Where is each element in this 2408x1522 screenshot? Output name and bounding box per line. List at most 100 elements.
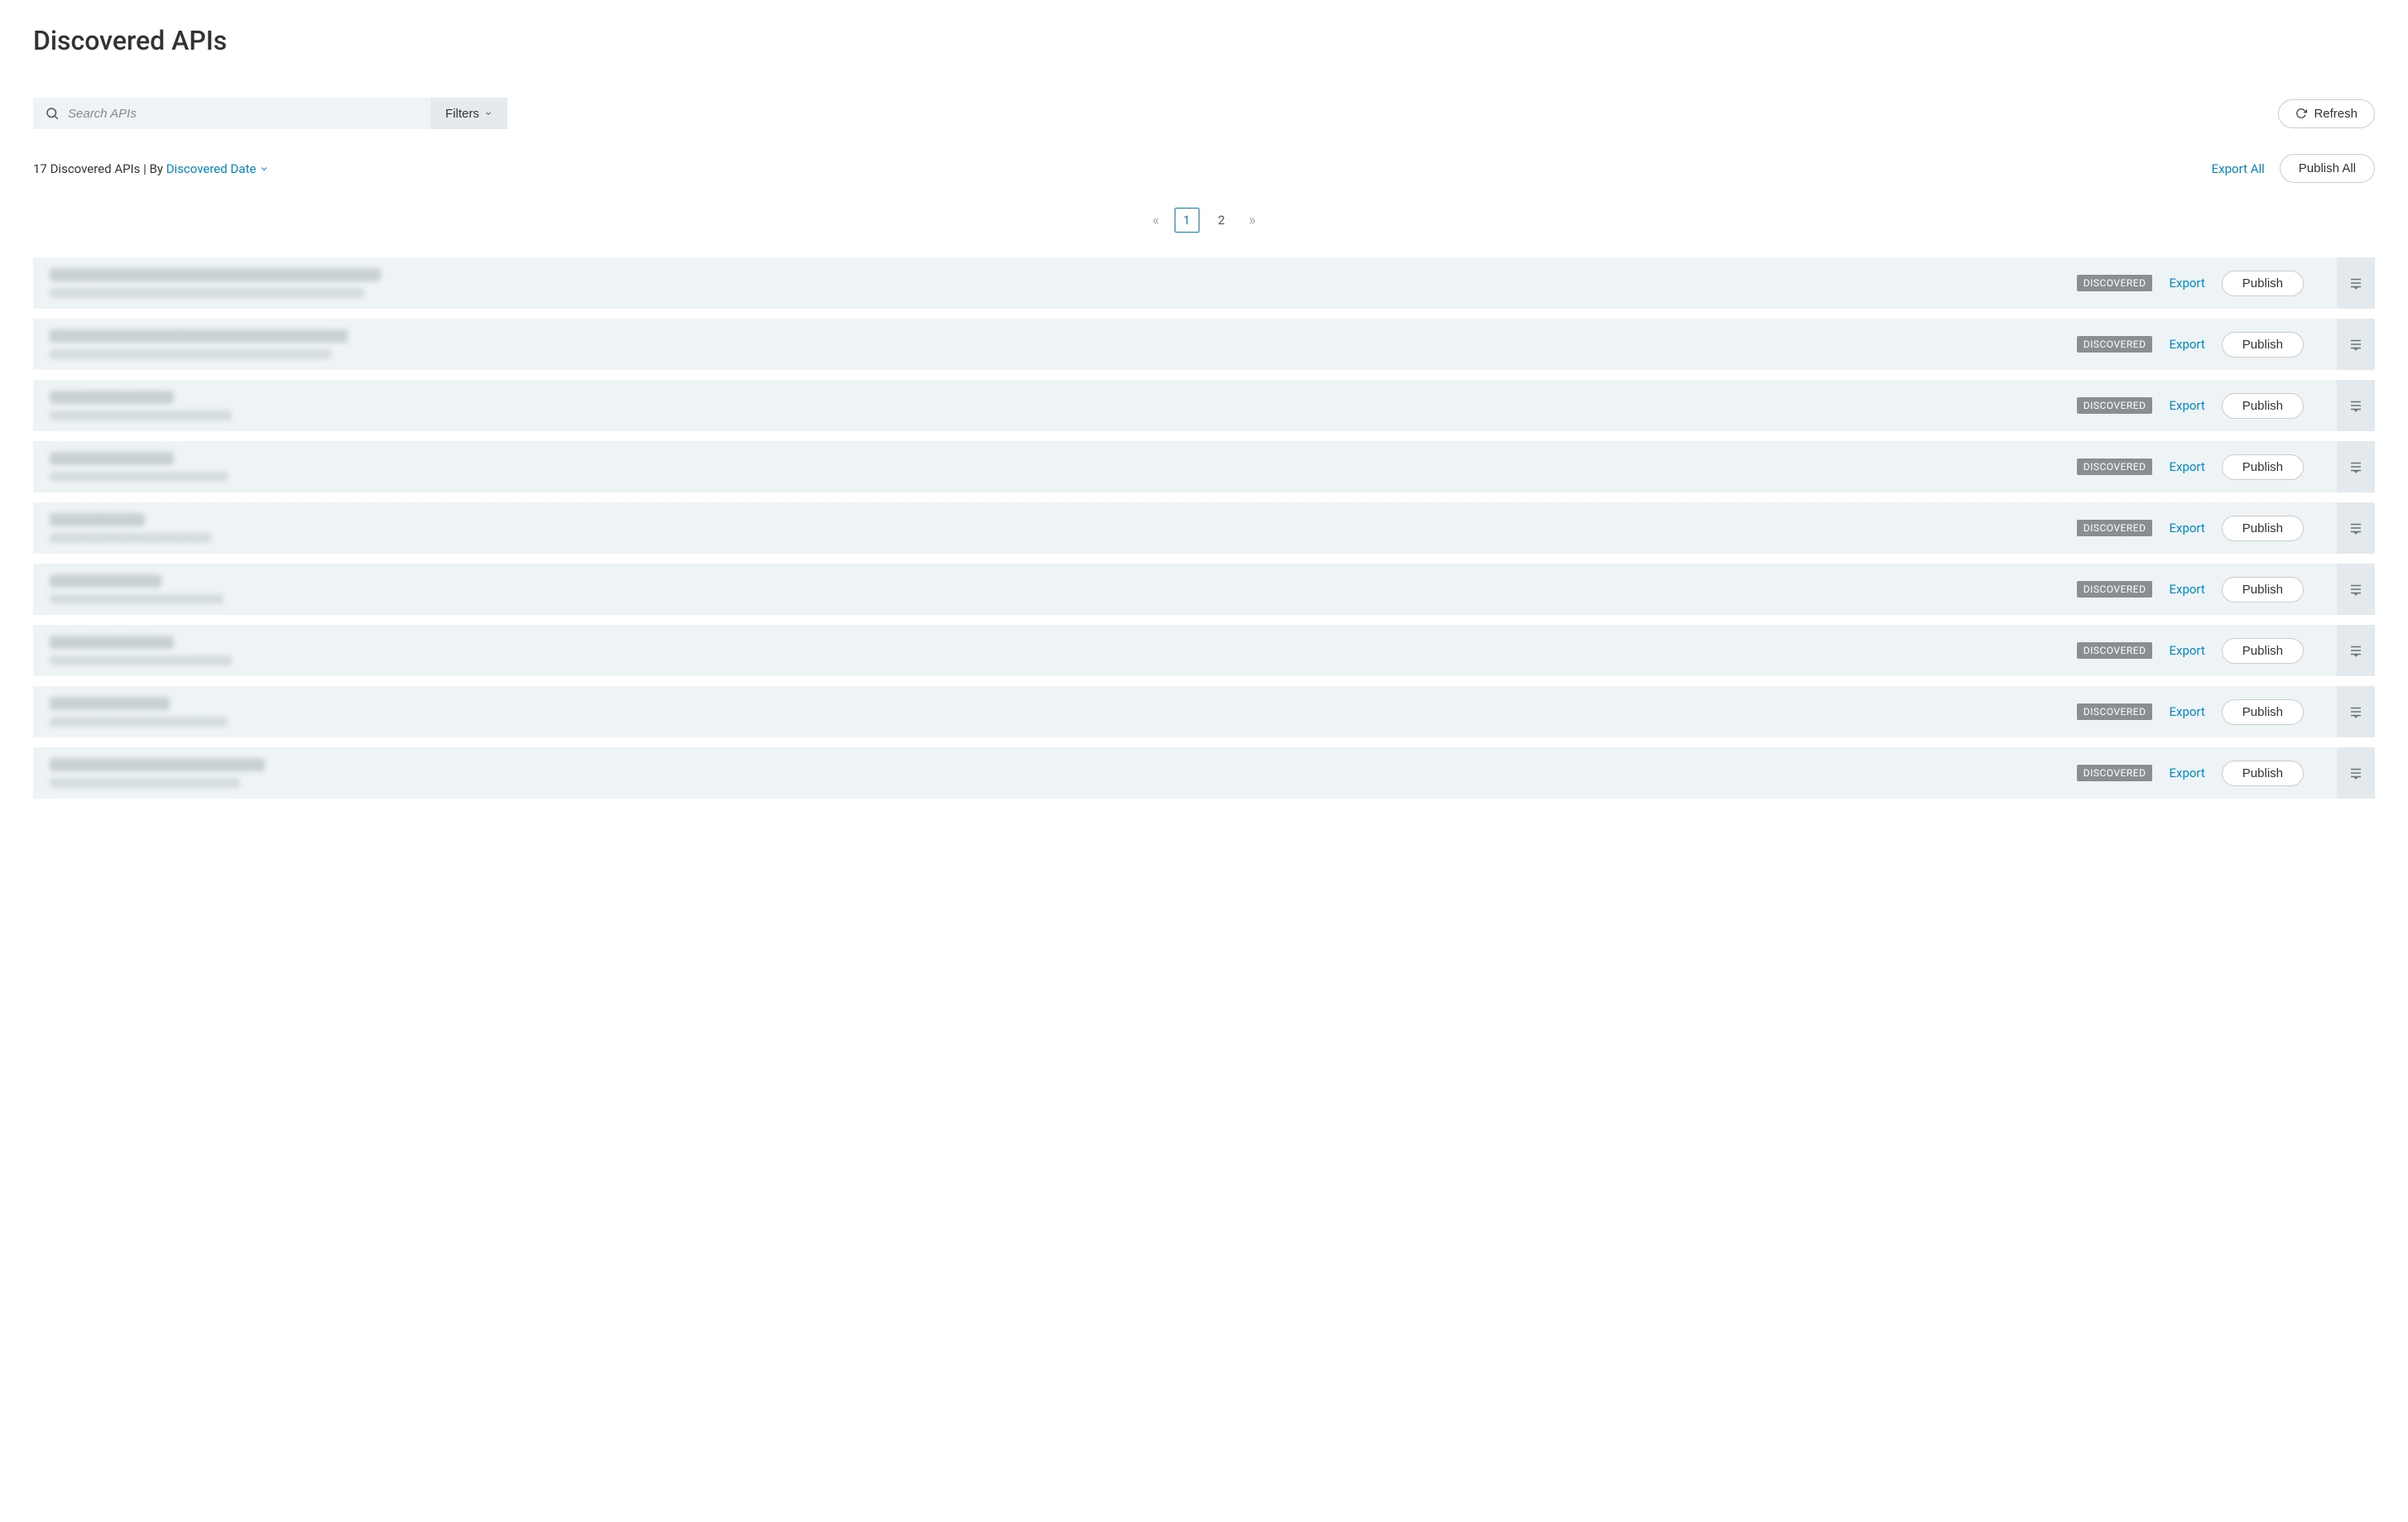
row-menu-icon <box>2348 398 2363 413</box>
api-row[interactable]: DISCOVERED Export Publish <box>33 502 2375 554</box>
status-badge: DISCOVERED <box>2077 520 2153 536</box>
api-title-redacted <box>50 513 145 526</box>
publish-button[interactable]: Publish <box>2222 638 2304 664</box>
row-menu-icon <box>2348 276 2363 290</box>
row-menu-icon <box>2348 704 2363 719</box>
api-row-actions: DISCOVERED Export Publish <box>2077 564 2375 615</box>
export-link[interactable]: Export <box>2169 643 2204 658</box>
api-title-redacted <box>50 391 174 404</box>
search-icon <box>45 106 60 121</box>
api-subtitle-redacted <box>50 472 228 482</box>
publish-all-button[interactable]: Publish All <box>2280 154 2375 183</box>
publish-button[interactable]: Publish <box>2222 577 2304 603</box>
by-label: By <box>150 161 163 176</box>
publish-button[interactable]: Publish <box>2222 761 2304 786</box>
publish-button[interactable]: Publish <box>2222 332 2304 358</box>
row-menu-button[interactable] <box>2337 564 2375 615</box>
pagination-page-2[interactable]: 2 <box>1209 208 1234 233</box>
api-subtitle-redacted <box>50 411 232 420</box>
api-row[interactable]: DISCOVERED Export Publish <box>33 686 2375 737</box>
api-row-info <box>33 441 2077 492</box>
row-menu-button[interactable] <box>2337 625 2375 676</box>
status-badge: DISCOVERED <box>2077 581 2153 598</box>
export-link[interactable]: Export <box>2169 276 2204 290</box>
publish-button[interactable]: Publish <box>2222 699 2304 725</box>
export-link[interactable]: Export <box>2169 521 2204 535</box>
row-menu-button[interactable] <box>2337 380 2375 431</box>
publish-button[interactable]: Publish <box>2222 516 2304 541</box>
filters-label: Filters <box>445 107 479 121</box>
api-row-info <box>33 380 2077 431</box>
publish-button[interactable]: Publish <box>2222 454 2304 480</box>
row-menu-icon <box>2348 582 2363 597</box>
summary-row: 17 Discovered APIs | By Discovered Date … <box>33 154 2375 183</box>
export-link[interactable]: Export <box>2169 459 2204 474</box>
api-title-redacted <box>50 329 348 343</box>
api-row-info <box>33 257 2077 309</box>
summary-text: 17 Discovered APIs | By Discovered Date <box>33 161 269 176</box>
sort-dropdown[interactable]: Discovered Date <box>166 161 270 176</box>
pagination: « 12 » <box>33 208 2375 233</box>
publish-button[interactable]: Publish <box>2222 393 2304 419</box>
api-subtitle-redacted <box>50 288 364 298</box>
api-row[interactable]: DISCOVEREDExportPublish <box>33 441 2375 492</box>
row-menu-button[interactable] <box>2337 686 2375 737</box>
row-menu-icon <box>2348 337 2363 352</box>
export-all-link[interactable]: Export All <box>2212 161 2265 176</box>
status-badge: DISCOVERED <box>2077 397 2153 414</box>
api-row-actions: DISCOVERED Export Publish <box>2077 625 2375 676</box>
export-link[interactable]: Export <box>2169 766 2204 780</box>
search-input[interactable] <box>68 107 419 121</box>
sort-label: Discovered Date <box>166 161 257 176</box>
row-menu-button[interactable] <box>2337 502 2375 554</box>
api-row-info <box>33 502 2077 554</box>
status-badge: DISCOVERED <box>2077 765 2153 781</box>
export-link[interactable]: Export <box>2169 337 2204 352</box>
refresh-button[interactable]: Refresh <box>2278 99 2375 128</box>
chevron-down-icon <box>259 164 269 174</box>
export-link[interactable]: Export <box>2169 398 2204 413</box>
api-row[interactable]: DISCOVERED Export Publish <box>33 564 2375 615</box>
export-link[interactable]: Export <box>2169 582 2204 597</box>
api-row-info <box>33 319 2077 370</box>
export-link[interactable]: Export <box>2169 704 2204 719</box>
pagination-pages: 12 <box>1175 208 1234 233</box>
status-badge: DISCOVERED <box>2077 703 2153 720</box>
chevron-down-icon <box>484 109 493 118</box>
pagination-last[interactable]: » <box>1249 212 1256 229</box>
api-row-actions: DISCOVERED Export Publish <box>2077 319 2375 370</box>
api-row-info <box>33 564 2077 615</box>
status-badge: DISCOVERED <box>2077 336 2153 353</box>
api-subtitle-redacted <box>50 594 223 604</box>
row-menu-button[interactable] <box>2337 747 2375 799</box>
page-title: Discovered APIs <box>33 25 2375 56</box>
api-row-actions: DISCOVEREDExportPublish <box>2077 441 2375 492</box>
pagination-first[interactable]: « <box>1152 212 1159 229</box>
api-row-actions: DISCOVERED Export Publish <box>2077 686 2375 737</box>
search-box[interactable] <box>33 98 430 129</box>
api-list: DISCOVERED Export Publish DISCOVERED Export P… <box>33 257 2375 799</box>
api-subtitle-redacted <box>50 533 211 543</box>
api-title-redacted <box>50 758 265 771</box>
api-row[interactable]: DISCOVERED Export Publish <box>33 319 2375 370</box>
api-row[interactable]: DISCOVERED Export Publish <box>33 747 2375 799</box>
api-title-redacted <box>50 268 381 281</box>
row-menu-icon <box>2348 766 2363 780</box>
publish-button[interactable]: Publish <box>2222 271 2304 296</box>
summary-actions: Export All Publish All <box>2212 154 2375 183</box>
pagination-page-1[interactable]: 1 <box>1175 208 1199 233</box>
row-menu-button[interactable] <box>2337 441 2375 492</box>
toolbar: Filters Refresh <box>33 98 2375 129</box>
status-badge: DISCOVERED <box>2077 642 2153 659</box>
api-row[interactable]: DISCOVERED Export Publish <box>33 380 2375 431</box>
api-row[interactable]: DISCOVEREDExportPublish <box>33 257 2375 309</box>
api-row-actions: DISCOVERED Export Publish <box>2077 747 2375 799</box>
api-row-info <box>33 686 2077 737</box>
row-menu-button[interactable] <box>2337 257 2375 309</box>
api-row-actions: DISCOVEREDExportPublish <box>2077 257 2375 309</box>
row-menu-button[interactable] <box>2337 319 2375 370</box>
filters-button[interactable]: Filters <box>430 98 507 129</box>
api-row[interactable]: DISCOVERED Export Publish <box>33 625 2375 676</box>
api-title-redacted <box>50 697 170 710</box>
api-row-actions: DISCOVERED Export Publish <box>2077 380 2375 431</box>
